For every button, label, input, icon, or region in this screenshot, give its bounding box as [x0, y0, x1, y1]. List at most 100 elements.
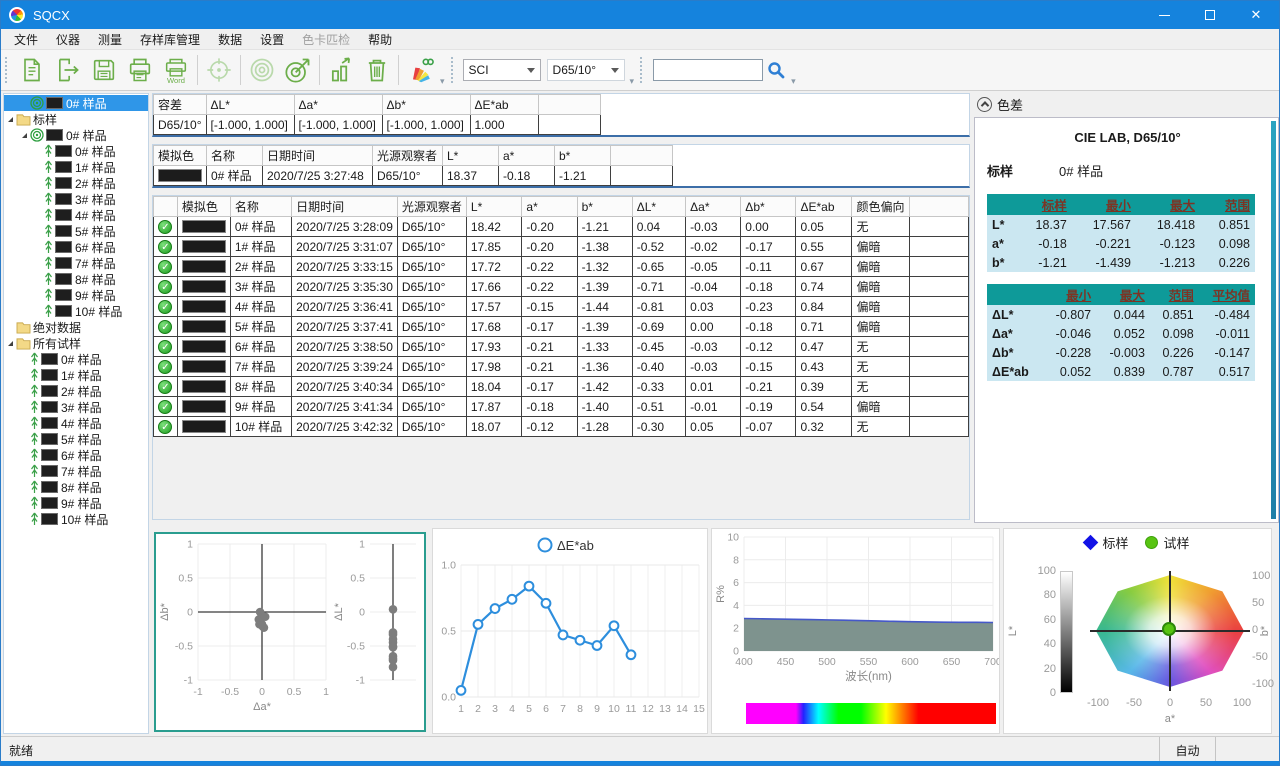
close-button[interactable]: ✕ — [1233, 1, 1279, 29]
menu-item[interactable]: 设置 — [251, 29, 293, 50]
save-button[interactable] — [86, 52, 122, 88]
search-button[interactable] — [763, 58, 789, 82]
tree-item[interactable]: 10# 样品 — [4, 511, 148, 527]
tree-item[interactable]: 4# 样品 — [4, 415, 148, 431]
sample-row[interactable]: ✓9# 样品2020/7/25 3:41:34D65/10°17.87-0.18… — [154, 397, 969, 417]
lab-colorwheel-chart-panel[interactable]: 标样试样100806040200L*100500-50-100b*-100-50… — [1003, 528, 1272, 734]
tree-item[interactable]: 1# 样品 — [4, 159, 148, 175]
measure-sample-button[interactable] — [280, 52, 316, 88]
tree-expander-icon[interactable] — [22, 133, 27, 138]
sample-cell: -0.12 — [522, 417, 577, 437]
sample-row[interactable]: ✓0# 样品2020/7/25 3:28:09D65/10°18.42-0.20… — [154, 217, 969, 237]
sample-cell: -0.40 — [632, 357, 685, 377]
delete-button[interactable] — [359, 52, 395, 88]
menu-item[interactable]: 仪器 — [47, 29, 89, 50]
sample-row[interactable]: ✓8# 样品2020/7/25 3:40:34D65/10°18.04-0.17… — [154, 377, 969, 397]
illuminant-select[interactable]: D65/10° — [547, 59, 625, 81]
menu-item[interactable]: 文件 — [5, 29, 47, 50]
toolbar-grip[interactable] — [5, 57, 9, 83]
tree-item[interactable]: 所有试样 — [4, 335, 148, 351]
collapse-button[interactable] — [977, 97, 992, 112]
tree-item[interactable]: 标样 — [4, 111, 148, 127]
tree-item[interactable]: 绝对数据 — [4, 319, 148, 335]
menu-item[interactable]: 数据 — [209, 29, 251, 50]
delta-cell: 0.787 — [1150, 362, 1199, 381]
print-button[interactable] — [122, 52, 158, 88]
sample-cell: 9# 样品 — [230, 397, 291, 417]
color-match-button[interactable] — [402, 52, 438, 88]
tree-item[interactable]: 6# 样品 — [4, 239, 148, 255]
menu-item[interactable]: 存样库管理 — [131, 29, 209, 50]
toolbar-overflow-icon[interactable]: ▾ — [791, 76, 796, 87]
deltae-trend-chart-panel[interactable]: ΔE*ab1234567891011121314150.00.51.0 — [432, 528, 708, 734]
sample-row[interactable]: ✓7# 样品2020/7/25 3:39:24D65/10°17.98-0.21… — [154, 357, 969, 377]
tolerance-row[interactable]: D65/10°[-1.000, 1.000][-1.000, 1.000][-1… — [154, 115, 601, 135]
sample-cell: -1.39 — [577, 277, 632, 297]
sample-cell: -1.36 — [577, 357, 632, 377]
tree-item[interactable]: 4# 样品 — [4, 207, 148, 223]
standard-header-cell: L* — [443, 146, 499, 166]
scatter-chart-panel[interactable]: -1-1-0.5-0.5000.50.511Δa*Δb*-1-0.500.51Δ… — [154, 532, 426, 732]
sample-cell — [910, 297, 969, 317]
tree-item[interactable]: 7# 样品 — [4, 463, 148, 479]
tree-item[interactable]: 0# 样品 — [4, 351, 148, 367]
tree-item[interactable]: 2# 样品 — [4, 383, 148, 399]
menu-item[interactable]: 测量 — [89, 29, 131, 50]
tree-item[interactable]: 8# 样品 — [4, 271, 148, 287]
tree-item[interactable]: 0# 样品 — [4, 143, 148, 159]
tree-expander-icon[interactable] — [8, 341, 13, 346]
tolerance-header-row: 容差ΔL*Δa*Δb*ΔE*ab — [154, 95, 601, 115]
tree-item[interactable]: 3# 样品 — [4, 399, 148, 415]
sample-cell: -0.19 — [741, 397, 796, 417]
menu-item[interactable]: 帮助 — [359, 29, 401, 50]
tree-item[interactable]: 2# 样品 — [4, 175, 148, 191]
tree-item[interactable]: 9# 样品 — [4, 287, 148, 303]
tree-item[interactable]: 0# 样品 — [4, 95, 148, 111]
tree-item[interactable]: 8# 样品 — [4, 479, 148, 495]
sample-row[interactable]: ✓10# 样品2020/7/25 3:42:32D65/10°18.07-0.1… — [154, 417, 969, 437]
tree-item[interactable]: 5# 样品 — [4, 223, 148, 239]
tree-item[interactable]: 10# 样品 — [4, 303, 148, 319]
sample-row[interactable]: ✓1# 样品2020/7/25 3:31:07D65/10°17.85-0.20… — [154, 237, 969, 257]
search-input[interactable] — [653, 59, 763, 81]
wheel-legend: 标样试样 — [1004, 533, 1271, 552]
toolbar-grip[interactable] — [451, 57, 455, 83]
sample-cell: -0.20 — [522, 237, 577, 257]
sample-cell: 0.05 — [796, 217, 852, 237]
tree-item[interactable]: 1# 样品 — [4, 367, 148, 383]
b-axis-tick: -100 — [1252, 678, 1280, 690]
scatter-chart: -1-1-0.5-0.5000.50.511Δa*Δb*-1-0.500.51Δ… — [156, 534, 422, 728]
tree-item[interactable]: 9# 样品 — [4, 495, 148, 511]
maximize-button[interactable] — [1187, 1, 1233, 29]
print-word-button[interactable]: Word — [158, 52, 194, 88]
tree-item[interactable]: 6# 样品 — [4, 447, 148, 463]
sample-row[interactable]: ✓4# 样品2020/7/25 3:36:41D65/10°17.57-0.15… — [154, 297, 969, 317]
toolbar-overflow-icon[interactable]: ▾ — [440, 76, 445, 87]
tree-item[interactable]: 5# 样品 — [4, 431, 148, 447]
statistics-button[interactable] — [323, 52, 359, 88]
toolbar-grip[interactable] — [640, 57, 644, 83]
sample-cell: 0.01 — [686, 377, 741, 397]
sample-row[interactable]: ✓6# 样品2020/7/25 3:38:50D65/10°17.93-0.21… — [154, 337, 969, 357]
tree-item[interactable]: 7# 样品 — [4, 255, 148, 271]
export-button[interactable] — [50, 52, 86, 88]
tree-item[interactable]: 3# 样品 — [4, 191, 148, 207]
tree-expander-icon[interactable] — [8, 117, 13, 122]
spectral-reflectance-chart-panel[interactable]: 0246810400450500550600650700波长(nm)R% — [711, 528, 1000, 734]
sample-row[interactable]: ✓2# 样品2020/7/25 3:33:15D65/10°17.72-0.22… — [154, 257, 969, 277]
sci-sce-select[interactable]: SCI — [463, 59, 541, 81]
arrow-icon — [44, 176, 53, 190]
standard-row[interactable]: 0# 样品2020/7/25 3:27:48D65/10°18.37-0.18-… — [154, 166, 673, 186]
l-axis-tick: 80 — [1026, 589, 1056, 601]
tree-item[interactable]: 0# 样品 — [4, 127, 148, 143]
auto-mode-button[interactable]: 自动 — [1159, 737, 1215, 763]
color-swatch — [41, 417, 58, 429]
sample-cell: -0.12 — [741, 337, 796, 357]
panel-scroll-strip[interactable] — [1271, 121, 1276, 519]
sample-row[interactable]: ✓3# 样品2020/7/25 3:35:30D65/10°17.66-0.22… — [154, 277, 969, 297]
minimize-button[interactable] — [1141, 1, 1187, 29]
sample-row[interactable]: ✓5# 样品2020/7/25 3:37:41D65/10°17.68-0.17… — [154, 317, 969, 337]
delta-header-cell: 最大 — [1096, 284, 1150, 305]
new-document-button[interactable] — [14, 52, 50, 88]
toolbar-overflow-icon[interactable]: ▾ — [630, 76, 635, 87]
